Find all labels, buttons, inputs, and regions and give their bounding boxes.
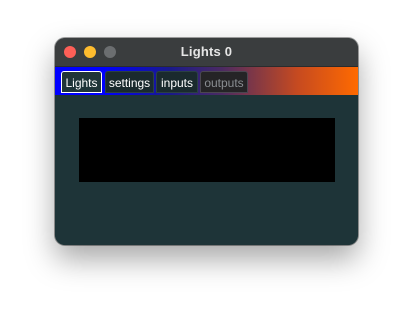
tab-lights[interactable]: Lights <box>61 71 102 93</box>
tab-inputs[interactable]: inputs <box>156 71 198 93</box>
tab-outputs[interactable]: outputs <box>200 71 248 93</box>
tab-settings[interactable]: settings <box>105 71 154 93</box>
lights-display <box>79 118 335 182</box>
title-bar[interactable]: Lights 0 <box>55 38 358 67</box>
tab-bar: Lights settings inputs outputs <box>55 67 358 95</box>
window-title: Lights 0 <box>180 44 233 59</box>
app-window: Lights 0 Lights settings inputs outputs <box>55 38 358 245</box>
tab-content-panel <box>55 95 358 245</box>
